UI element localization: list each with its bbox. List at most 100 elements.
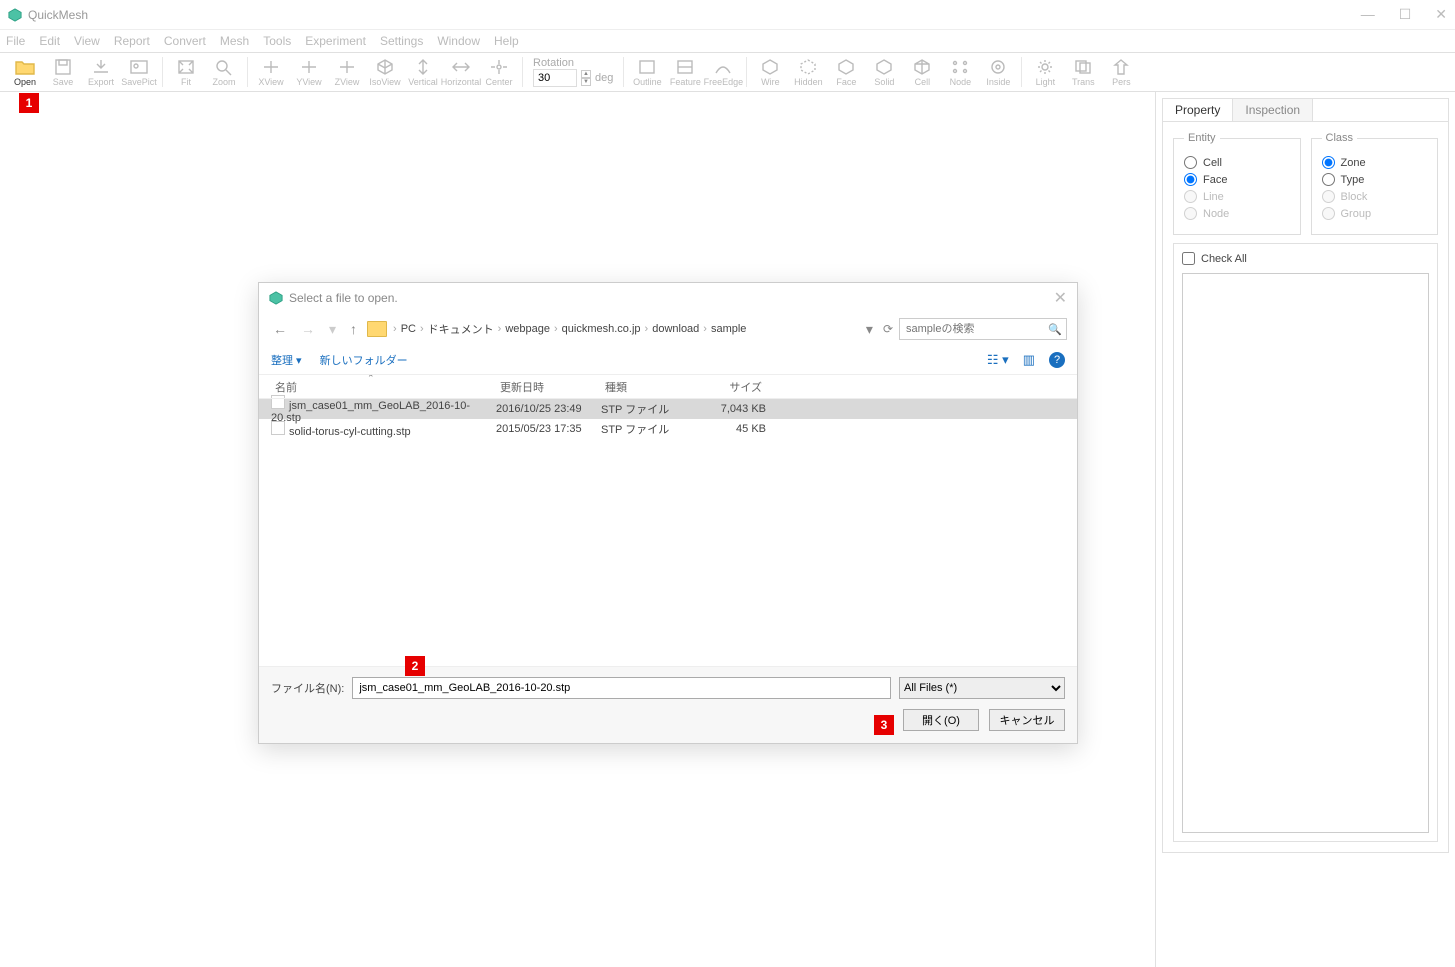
column-date[interactable]: 更新日時 — [496, 379, 601, 395]
class-type-radio[interactable]: Type — [1322, 173, 1428, 186]
cancel-button[interactable]: キャンセル — [989, 709, 1065, 731]
toolbar-separator — [162, 57, 163, 87]
menu-file[interactable]: File — [6, 34, 25, 48]
entity-cell-radio[interactable]: Cell — [1184, 156, 1290, 169]
menu-settings[interactable]: Settings — [380, 34, 423, 48]
toolbar-wire-button[interactable]: Wire — [751, 53, 789, 91]
toolbar-zview-button[interactable]: ZView — [328, 53, 366, 91]
menu-convert[interactable]: Convert — [164, 34, 206, 48]
search-input[interactable] — [906, 323, 1048, 335]
window-close-button[interactable]: ✕ — [1435, 6, 1447, 23]
entity-face-radio[interactable]: Face — [1184, 173, 1290, 186]
nav-forward-button[interactable]: → — [297, 321, 319, 337]
toolbar-feature-button[interactable]: Feature — [666, 53, 704, 91]
menu-window[interactable]: Window — [437, 34, 480, 48]
nav-up-button[interactable]: ↑ — [346, 321, 361, 337]
file-row[interactable]: solid-torus-cyl-cutting.stp 2015/05/23 1… — [259, 419, 1077, 439]
toolbar-save-button[interactable]: Save — [44, 53, 82, 91]
toolbar-separator — [1021, 57, 1022, 87]
tab-property[interactable]: Property — [1163, 99, 1233, 121]
toolbar-hidden-button[interactable]: Hidden — [789, 53, 827, 91]
dialog-toolbar: 整理 ▾ 新しいフォルダー ☷ ▾ ▥ ? — [259, 345, 1077, 375]
entity-line-radio: Line — [1184, 190, 1290, 203]
nav-dropdown-button[interactable]: ▾ — [325, 321, 340, 338]
breadcrumb-webpage[interactable]: webpage — [505, 323, 550, 335]
refresh-button[interactable]: ⟳ — [883, 322, 893, 336]
toolbar-separator — [623, 57, 624, 87]
toolbar-trans-button[interactable]: Trans — [1064, 53, 1102, 91]
toolbar-inside-button[interactable]: Inside — [979, 53, 1017, 91]
breadcrumb-pc[interactable]: PC — [401, 323, 416, 335]
open-button[interactable]: 開く(O) — [903, 709, 979, 731]
rotation-input[interactable] — [533, 69, 577, 87]
vertical-icon — [413, 58, 433, 76]
breadcrumb[interactable]: ›PC ›ドキュメント ›webpage ›quickmesh.co.jp ›d… — [393, 321, 856, 337]
newfolder-button[interactable]: 新しいフォルダー — [320, 352, 408, 368]
menu-mesh[interactable]: Mesh — [220, 34, 249, 48]
filename-input[interactable] — [352, 677, 891, 699]
filetype-select[interactable]: All Files (*) — [899, 677, 1065, 699]
view-mode-button[interactable]: ☷ ▾ — [987, 352, 1009, 368]
menu-bar: File Edit View Report Convert Mesh Tools… — [0, 30, 1455, 52]
isoview-icon — [375, 58, 395, 76]
file-list[interactable]: ⌃ 名前 更新日時 種類 サイズ jsm_case01_mm_GeoLAB_20… — [259, 375, 1077, 666]
toolbar-cell-button[interactable]: Cell — [903, 53, 941, 91]
toolbar-export-button[interactable]: Export — [82, 53, 120, 91]
organize-button[interactable]: 整理 ▾ — [271, 352, 302, 368]
toolbar-pers-button[interactable]: Pers — [1102, 53, 1140, 91]
toolbar-xview-button[interactable]: XView — [252, 53, 290, 91]
toolbar-zoom-button[interactable]: Zoom — [205, 53, 243, 91]
side-tabs: Property Inspection — [1162, 98, 1449, 121]
menu-edit[interactable]: Edit — [39, 34, 60, 48]
light-icon — [1035, 58, 1055, 76]
help-icon[interactable]: ? — [1049, 352, 1065, 368]
toolbar-freeedge-button[interactable]: FreeEdge — [704, 53, 742, 91]
dialog-close-button[interactable]: ✕ — [1054, 288, 1067, 308]
search-box[interactable]: 🔍 — [899, 318, 1067, 340]
breadcrumb-dropdown-button[interactable]: ▾ — [862, 321, 877, 338]
toolbar-face-button[interactable]: Face — [827, 53, 865, 91]
toolbar-light-button[interactable]: Light — [1026, 53, 1064, 91]
menu-tools[interactable]: Tools — [263, 34, 291, 48]
rotation-spinner[interactable]: ▲▼ — [581, 70, 591, 86]
toolbar-separator — [247, 57, 248, 87]
menu-help[interactable]: Help — [494, 34, 519, 48]
menu-report[interactable]: Report — [114, 34, 150, 48]
toolbar-vertical-button[interactable]: Vertical — [404, 53, 442, 91]
freeedge-icon — [713, 58, 733, 76]
dialog-footer: ファイル名(N): All Files (*) 開く(O) キャンセル — [259, 666, 1077, 743]
nav-back-button[interactable]: ← — [269, 321, 291, 337]
toolbar-node-button[interactable]: Node — [941, 53, 979, 91]
column-headers[interactable]: ⌃ 名前 更新日時 種類 サイズ — [259, 375, 1077, 399]
toolbar-solid-button[interactable]: Solid — [865, 53, 903, 91]
file-row[interactable]: jsm_case01_mm_GeoLAB_2016-10-20.stp 2016… — [259, 399, 1077, 419]
menu-view[interactable]: View — [74, 34, 100, 48]
column-size[interactable]: サイズ — [701, 379, 766, 395]
toolbar-horizontal-button[interactable]: Horizontal — [442, 53, 480, 91]
toolbar-center-button[interactable]: Center — [480, 53, 518, 91]
dialog-titlebar: Select a file to open. ✕ — [259, 283, 1077, 313]
class-zone-radio[interactable]: Zone — [1322, 156, 1428, 169]
column-type[interactable]: 種類 — [601, 379, 701, 395]
window-maximize-button[interactable]: ☐ — [1399, 6, 1412, 23]
toolbar-fit-button[interactable]: Fit — [167, 53, 205, 91]
breadcrumb-quickmesh[interactable]: quickmesh.co.jp — [562, 323, 641, 335]
checkall-checkbox[interactable]: Check All — [1182, 252, 1429, 265]
breadcrumb-download[interactable]: download — [652, 323, 699, 335]
toolbar-outline-button[interactable]: Outline — [628, 53, 666, 91]
breadcrumb-documents[interactable]: ドキュメント — [428, 321, 494, 337]
folder-icon — [367, 321, 387, 337]
toolbar-isoview-button[interactable]: IsoView — [366, 53, 404, 91]
toolbar-savepict-button[interactable]: SavePict — [120, 53, 158, 91]
toolbar-open-button[interactable]: Open — [6, 53, 44, 91]
breadcrumb-sample[interactable]: sample — [711, 323, 746, 335]
column-name[interactable]: 名前 — [271, 379, 496, 395]
preview-pane-button[interactable]: ▥ — [1023, 352, 1035, 368]
check-list[interactable] — [1182, 273, 1429, 833]
tab-inspection[interactable]: Inspection — [1233, 99, 1313, 121]
file-open-dialog: Select a file to open. ✕ ← → ▾ ↑ ›PC ›ドキ… — [258, 282, 1078, 744]
toolbar-yview-button[interactable]: YView — [290, 53, 328, 91]
window-minimize-button[interactable]: — — [1361, 6, 1375, 23]
dialog-title: Select a file to open. — [289, 291, 398, 305]
menu-experiment[interactable]: Experiment — [305, 34, 366, 48]
